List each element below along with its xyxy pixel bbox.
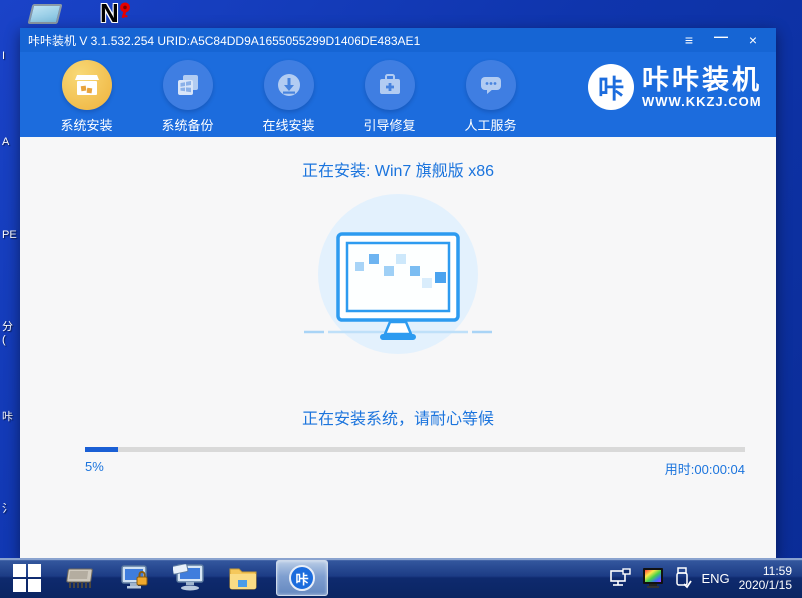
screen-icon	[28, 4, 63, 24]
menu-icon[interactable]: ≡	[678, 31, 700, 49]
language-indicator[interactable]: ENG	[701, 571, 729, 586]
kaka-logo: 咔 咔咔装机 WWW.KKZJ.COM	[588, 64, 762, 110]
memory-chip-icon	[66, 565, 96, 591]
close-icon[interactable]: ×	[742, 31, 764, 49]
nav-label: 在线安装	[262, 115, 314, 134]
window-title: 咔咔装机 V 3.1.532.254 URID:A5C84DD9A1655055…	[28, 32, 420, 49]
nav-label: 引导修复	[363, 115, 415, 134]
nav-boot-repair[interactable]: 引导修复	[339, 60, 440, 134]
display-shortcut-icon[interactable]	[24, 2, 64, 28]
desktop: N I A PE 分 ( 咔 氵 咔咔装机 V 3.1.532.254 URID…	[0, 0, 802, 598]
taskbar: 咔	[0, 558, 802, 598]
logo-url: WWW.KKZJ.COM	[642, 94, 762, 109]
nav-label: 系统安装	[60, 115, 112, 134]
nav-label: 系统备份	[161, 115, 213, 134]
system-tray: ENG 11:59 2020/1/15	[610, 564, 802, 592]
main-toolbar: 系统安装 系统备份	[20, 52, 776, 137]
nav-manual-service[interactable]: 人工服务	[440, 60, 541, 134]
nav-online-install[interactable]: 在线安装	[238, 60, 339, 134]
clock[interactable]: 11:59 2020/1/15	[739, 564, 792, 592]
nav-system-backup[interactable]: 系统备份	[137, 60, 238, 134]
repair-kit-icon	[365, 60, 415, 110]
edge-label-fragment: A	[2, 136, 9, 148]
windows-logo-icon	[13, 564, 41, 592]
install-box-icon	[62, 60, 112, 110]
computer-lock-icon	[120, 564, 150, 592]
kaka-badge-icon: 咔	[289, 565, 315, 591]
clock-date: 2020/1/15	[739, 578, 792, 592]
status-text: 正在安装系统，请耐心等候	[20, 405, 776, 429]
network-icon[interactable]	[610, 568, 632, 588]
backup-windows-icon	[163, 60, 213, 110]
folder-icon	[228, 565, 258, 591]
clock-time: 11:59	[739, 564, 792, 578]
progress-bar	[85, 447, 745, 452]
progress-percent: 5%	[85, 459, 104, 474]
chat-bubble-icon	[466, 60, 516, 110]
edge-label-fragment: I	[2, 50, 5, 62]
elapsed-time: 用时:00:00:04	[665, 459, 745, 478]
taskbar-pc-keyboard-app[interactable]	[172, 561, 206, 595]
display-color-icon[interactable]	[641, 567, 665, 589]
start-button[interactable]	[0, 558, 54, 598]
n-key-shortcut-icon[interactable]: N	[100, 2, 140, 28]
kaka-installer-window: 咔咔装机 V 3.1.532.254 URID:A5C84DD9A1655055…	[20, 28, 776, 558]
install-progress-panel: 正在安装: Win7 旗舰版 x86 正在安装系统，请耐心等候	[20, 137, 776, 558]
monitor-illustration-icon	[298, 192, 498, 362]
kaka-badge-icon: 咔	[588, 64, 634, 110]
nav-system-install[interactable]: 系统安装	[36, 60, 137, 134]
computer-keyboard-icon	[173, 564, 205, 592]
download-icon	[264, 60, 314, 110]
taskbar-pc-lock-app[interactable]	[118, 561, 152, 595]
taskbar-kaka-active-app[interactable]: 咔	[276, 560, 328, 596]
window-titlebar[interactable]: 咔咔装机 V 3.1.532.254 URID:A5C84DD9A1655055…	[20, 28, 776, 52]
logo-title: 咔咔装机	[642, 66, 762, 94]
edge-label-fragment: PE	[2, 229, 17, 241]
edge-label-fragment: 咔	[2, 408, 13, 424]
minimize-icon[interactable]: —	[710, 31, 732, 49]
install-title: 正在安装: Win7 旗舰版 x86	[20, 157, 776, 181]
taskbar-folder-app[interactable]	[226, 561, 260, 595]
usb-safely-remove-icon[interactable]	[674, 567, 692, 589]
nav-label: 人工服务	[464, 115, 516, 134]
edge-label-fragment: 氵	[2, 500, 13, 516]
edge-label-fragment: 分	[2, 318, 13, 334]
red-key-icon	[116, 2, 134, 20]
edge-label-fragment: (	[2, 334, 6, 346]
progress-fill	[85, 447, 118, 452]
taskbar-chip-app[interactable]	[64, 561, 98, 595]
